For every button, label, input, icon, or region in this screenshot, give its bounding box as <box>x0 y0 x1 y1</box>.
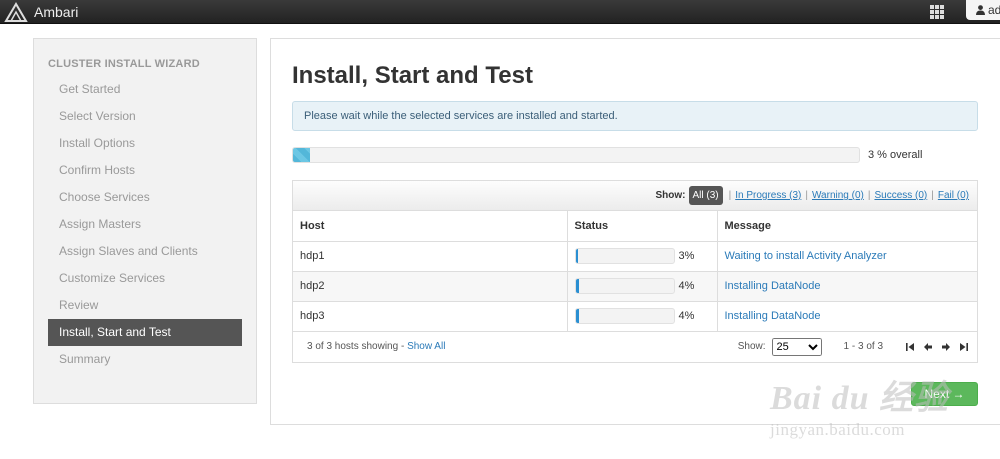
message-cell: Waiting to install Activity Analyzer <box>717 241 977 272</box>
filter-separator: | <box>931 190 934 201</box>
wizard-sidebar: CLUSTER INSTALL WIZARD Get Started Selec… <box>33 38 257 404</box>
filter-all[interactable]: All (3) <box>688 186 723 205</box>
next-page-icon[interactable] <box>941 342 951 352</box>
top-navbar: Ambari ad <box>0 0 1000 24</box>
host-cell: hdp2 <box>293 271 568 302</box>
table-footer: 3 of 3 hosts showing - Show All Show: 25… <box>293 332 977 362</box>
filter-in-progress[interactable]: In Progress (3) <box>735 190 801 201</box>
host-cell: hdp3 <box>293 301 568 332</box>
host-progress-bar <box>574 248 675 264</box>
host-progress-fill <box>575 249 579 263</box>
sidebar-item-summary: Summary <box>59 352 111 366</box>
sidebar-item-customize-services: Customize Services <box>59 271 166 285</box>
overall-progress-bar <box>292 147 860 163</box>
hosts-showing-count: 3 of 3 hosts showing - <box>307 341 408 352</box>
host-progress-bar <box>574 278 675 294</box>
status-filter-bar: Show: All (3) | In Progress (3) | Warnin… <box>293 181 977 211</box>
sidebar-item-assign-slaves: Assign Slaves and Clients <box>59 244 198 258</box>
hosts-table-box: Show: All (3) | In Progress (3) | Warnin… <box>292 180 978 363</box>
sidebar-item-confirm-hosts: Confirm Hosts <box>59 163 136 177</box>
sidebar-item-select-version: Select Version <box>59 109 136 123</box>
overall-progress-label: 3 % overall <box>868 149 923 161</box>
host-progress-bar <box>574 308 675 324</box>
show-all-link[interactable]: Show All <box>407 341 445 352</box>
filter-fail[interactable]: Fail (0) <box>938 190 969 201</box>
message-cell: Installing DataNode <box>717 271 977 302</box>
overall-progress-fill <box>293 148 310 162</box>
column-header-message: Message <box>717 211 977 242</box>
host-message-link[interactable]: Installing DataNode <box>725 280 821 292</box>
user-icon <box>976 5 985 15</box>
app-grid-icon[interactable] <box>930 5 944 19</box>
host-progress-fill <box>575 279 580 293</box>
main-panel: Install, Start and Test Please wait whil… <box>270 38 1000 425</box>
sidebar-item-choose-services: Choose Services <box>59 190 150 204</box>
host-cell: hdp1 <box>293 241 568 272</box>
table-row: hdp2 4% Installing DataNode <box>293 271 977 302</box>
sidebar-item-get-started: Get Started <box>59 82 121 96</box>
page-range-label: 1 - 3 of 3 <box>843 341 883 352</box>
page-size-label: Show: <box>737 341 766 352</box>
next-button[interactable]: Next → <box>911 382 978 406</box>
host-progress-percent: 3% <box>678 250 695 262</box>
filter-separator: | <box>867 190 871 201</box>
column-header-host: Host <box>293 211 568 242</box>
sidebar-item-install-options: Install Options <box>59 136 136 150</box>
filter-show-label: Show: <box>655 190 686 201</box>
user-menu-button[interactable]: ad <box>966 0 1000 20</box>
previous-page-icon[interactable] <box>923 342 933 352</box>
filter-separator: | <box>728 190 732 201</box>
first-page-icon[interactable] <box>905 342 915 352</box>
table-header-row: Host Status Message <box>293 211 977 242</box>
sidebar-heading: CLUSTER INSTALL WIZARD <box>48 58 200 70</box>
table-row: hdp3 4% Installing DataNode <box>293 301 977 332</box>
sidebar-item-assign-masters: Assign Masters <box>59 217 142 231</box>
message-cell: Installing DataNode <box>717 301 977 332</box>
hosts-showing-text: 3 of 3 hosts showing - Show All <box>307 341 445 352</box>
filter-warning[interactable]: Warning (0) <box>812 190 864 201</box>
sidebar-item-install-start-test: Install, Start and Test <box>48 319 242 346</box>
pagination: Show: 25 1 - 3 of 3 <box>737 337 977 356</box>
hosts-table: Host Status Message hdp1 3% Waiting to i… <box>293 211 977 332</box>
column-header-status: Status <box>567 211 718 242</box>
host-progress-percent: 4% <box>678 280 695 292</box>
last-page-icon[interactable] <box>959 342 969 352</box>
status-cell: 3% <box>567 241 718 272</box>
filter-success[interactable]: Success (0) <box>874 190 927 201</box>
page-title: Install, Start and Test <box>292 62 533 89</box>
brand-name: Ambari <box>34 4 79 20</box>
table-row: hdp1 3% Waiting to install Activity Anal… <box>293 241 977 272</box>
ambari-logo-icon <box>4 2 28 22</box>
host-progress-fill <box>575 309 580 323</box>
page-size-select[interactable]: 25 <box>771 337 822 356</box>
sidebar-item-review: Review <box>59 298 99 312</box>
info-alert: Please wait while the selected services … <box>292 101 978 131</box>
wizard-steps: Get Started Select Version Install Optio… <box>48 76 242 373</box>
status-cell: 4% <box>567 271 718 302</box>
user-label: ad <box>988 3 1000 17</box>
filter-separator: | <box>805 190 808 201</box>
host-message-link[interactable]: Installing DataNode <box>725 310 821 322</box>
brand[interactable]: Ambari <box>4 0 78 24</box>
host-progress-percent: 4% <box>678 310 695 322</box>
host-message-link[interactable]: Waiting to install Activity Analyzer <box>725 250 887 262</box>
status-cell: 4% <box>567 301 718 332</box>
